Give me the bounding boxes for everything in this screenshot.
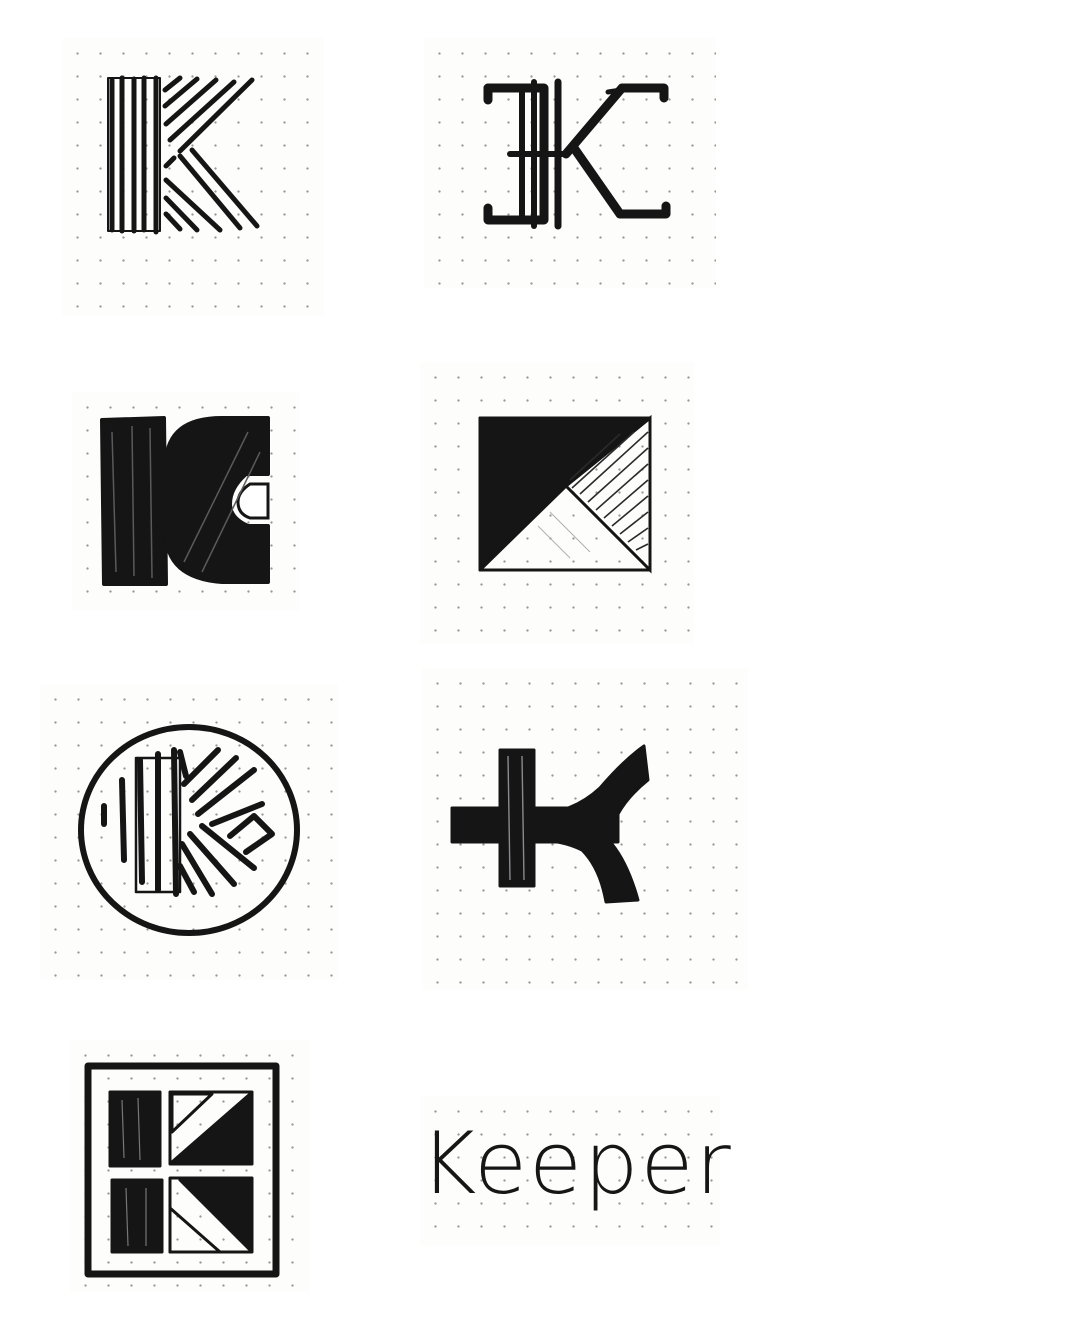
sketch-wordmark: Keeper bbox=[420, 1096, 733, 1246]
striped-k-icon bbox=[107, 75, 260, 235]
circle-k-icon bbox=[78, 724, 300, 936]
sketch-framed-k bbox=[70, 1040, 310, 1292]
keeper-wordmark: Keeper bbox=[420, 1114, 733, 1214]
serif-k-icon bbox=[483, 78, 671, 230]
sketch-striped-k bbox=[62, 38, 324, 316]
sketch-triangle-k bbox=[420, 362, 694, 644]
sketch-block-k bbox=[72, 392, 300, 610]
sketch-curve-k bbox=[422, 668, 748, 990]
block-k-icon bbox=[100, 416, 270, 586]
framed-k-icon bbox=[84, 1062, 280, 1278]
sketch-circle-k bbox=[40, 684, 338, 980]
sketch-serif-k bbox=[424, 38, 716, 288]
triangle-k-icon bbox=[478, 414, 652, 574]
curve-k-icon bbox=[450, 744, 650, 904]
